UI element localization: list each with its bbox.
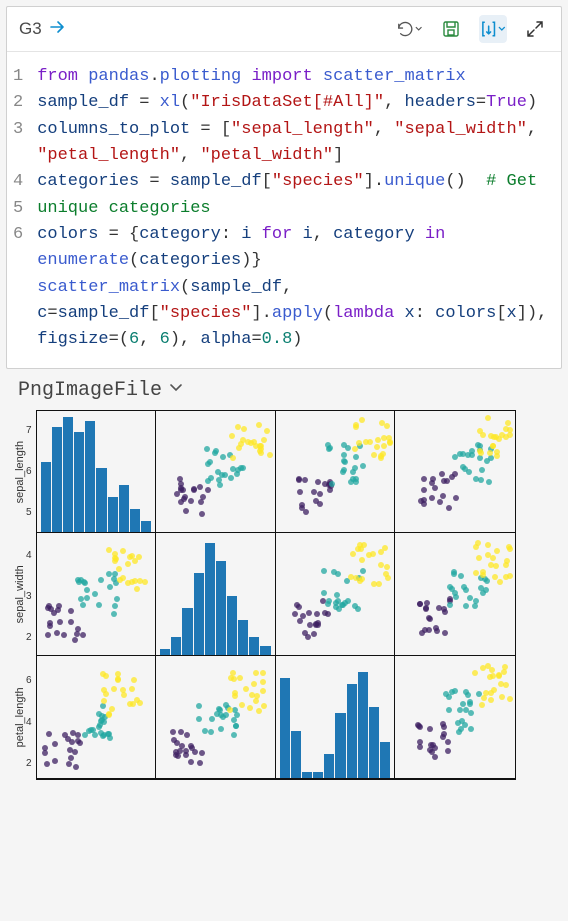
code-content[interactable]: from pandas.plotting import scatter_matr… (37, 64, 555, 354)
scatter-cell (276, 411, 396, 534)
output-title-text: PngImageFile (18, 379, 162, 402)
y-axis-labels: sepal_lengthsepal_widthpetal_length (14, 410, 26, 784)
scatter-matrix-grid (36, 410, 516, 780)
scatter-cell (156, 656, 276, 779)
axis-label: sepal_width (14, 533, 26, 656)
hist-cell (276, 656, 396, 779)
hist-cell (156, 533, 276, 656)
python-panel: G3 1 2 3 4 5 6 from pandas.pl (6, 6, 562, 369)
scatter-cell (395, 533, 515, 656)
save-button[interactable] (437, 15, 465, 43)
scatter-cell (395, 411, 515, 534)
scatter-cell (37, 656, 157, 779)
output-type-button[interactable] (479, 15, 507, 43)
cell-reference[interactable]: G3 (19, 19, 68, 40)
code-editor[interactable]: 1 2 3 4 5 6 from pandas.plotting import … (7, 52, 561, 364)
output-title[interactable]: PngImageFile (0, 375, 568, 410)
hist-cell (37, 411, 157, 534)
panel-header: G3 (7, 7, 561, 52)
y-axis-ticks: 765432642 (26, 410, 36, 784)
scatter-cell (276, 533, 396, 656)
axis-label: sepal_length (14, 410, 26, 533)
scatter-matrix: sepal_lengthsepal_widthpetal_length 7654… (0, 410, 568, 784)
expand-button[interactable] (521, 15, 549, 43)
toolbar (395, 15, 549, 43)
chevron-down-icon (168, 380, 184, 400)
scatter-cell (37, 533, 157, 656)
axis-label: petal_length (14, 656, 26, 779)
scatter-cell (395, 656, 515, 779)
line-gutter: 1 2 3 4 5 6 (13, 64, 37, 354)
undo-button[interactable] (395, 15, 423, 43)
scatter-cell (156, 411, 276, 534)
cell-ref-text: G3 (19, 19, 42, 39)
goto-arrow-icon (48, 19, 68, 40)
